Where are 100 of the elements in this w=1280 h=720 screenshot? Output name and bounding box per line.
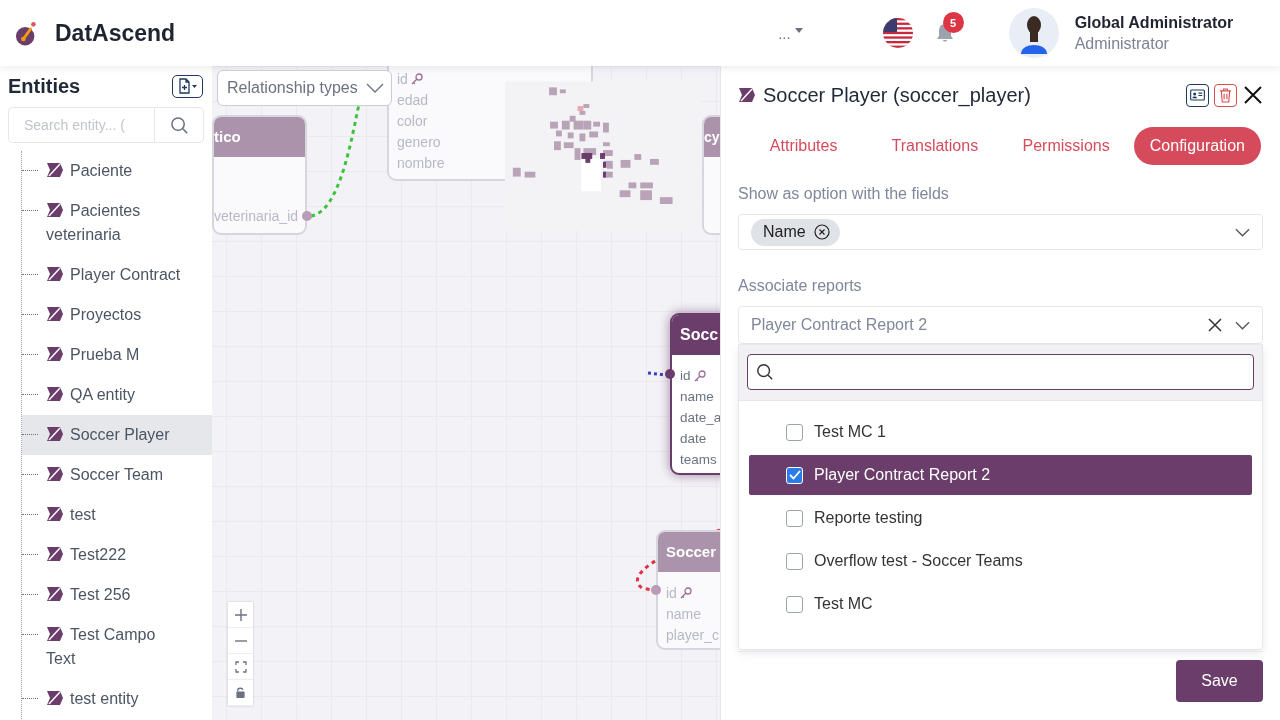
checkbox[interactable] xyxy=(786,595,803,613)
node-field: nombre xyxy=(397,154,445,171)
more-menu[interactable]: ... xyxy=(778,23,803,43)
tree-item[interactable]: test entity xyxy=(22,679,212,719)
panel-title: Soccer Player (soccer_player) xyxy=(763,83,1032,107)
node-field: teams xyxy=(680,452,717,467)
entity-icon xyxy=(46,162,64,178)
search-button[interactable] xyxy=(154,107,204,143)
entity-icon xyxy=(46,346,64,362)
node-field: id xyxy=(666,584,677,601)
avatar[interactable] xyxy=(1008,8,1059,58)
entity-icon xyxy=(46,266,64,282)
tree-item[interactable]: QA entity xyxy=(22,375,212,415)
tab[interactable]: Attributes xyxy=(753,127,854,165)
connection-handle[interactable] xyxy=(302,211,312,221)
field-label: Show as option with the fields xyxy=(738,185,950,203)
dropdown-option[interactable]: Overflow test - Soccer Teams xyxy=(749,541,1252,581)
relationship-types-dropdown[interactable]: Relationship types xyxy=(217,70,392,106)
dropdown-option[interactable]: Player Contract Report 2 xyxy=(749,455,1252,495)
entity-icon xyxy=(46,426,64,442)
remove-icon[interactable] xyxy=(813,224,830,240)
plus-icon xyxy=(233,607,248,622)
trash-icon xyxy=(1219,87,1232,103)
add-entity-button[interactable] xyxy=(172,74,203,98)
entity-icon xyxy=(46,626,64,642)
node-field: id xyxy=(680,368,691,383)
connection-handle[interactable] xyxy=(651,585,661,595)
checkbox[interactable] xyxy=(786,423,803,441)
search-field[interactable] xyxy=(747,354,1254,390)
tree-item[interactable]: Test222 xyxy=(22,535,212,575)
entity-icon xyxy=(46,586,64,602)
fit-view-icon xyxy=(234,660,247,673)
node-field: player_c xyxy=(666,626,719,643)
node-title: Soccer xyxy=(658,532,720,572)
entity-icon xyxy=(46,386,64,402)
close-button[interactable] xyxy=(1243,85,1263,105)
user-name: Global Administrator xyxy=(1074,13,1234,32)
chevron-down-icon xyxy=(366,83,384,93)
details-button[interactable] xyxy=(1186,83,1209,107)
checkbox[interactable] xyxy=(786,552,803,570)
logo-icon xyxy=(16,19,38,47)
tree-item[interactable]: Pacientes veterinaria xyxy=(22,191,212,255)
node-title: tico xyxy=(214,117,305,157)
tab[interactable]: Configuration xyxy=(1133,127,1261,165)
entity-icon xyxy=(738,87,756,103)
delete-button[interactable] xyxy=(1214,83,1237,107)
entity-icon xyxy=(46,506,64,522)
app-name: DatAscend xyxy=(55,19,176,47)
tag-chip: Name xyxy=(751,218,840,246)
lock-icon xyxy=(235,687,246,698)
tree-item[interactable]: Soccer Player xyxy=(22,415,212,455)
tree-item[interactable]: Player Contract xyxy=(22,255,212,295)
minus-icon xyxy=(233,639,248,642)
option-label: Test MC 1 xyxy=(814,423,886,441)
notification-badge: 5 xyxy=(942,12,964,33)
tree-item[interactable]: Proyectos xyxy=(22,295,212,335)
reports-select[interactable]: Player Contract Report 2 xyxy=(738,306,1263,344)
option-label: Player Contract Report 2 xyxy=(814,466,991,484)
entity-icon xyxy=(46,466,64,482)
tab[interactable]: Permissions xyxy=(1006,127,1126,165)
dropdown-option[interactable]: Test MC xyxy=(749,584,1252,624)
checkbox[interactable] xyxy=(786,509,803,527)
search-icon xyxy=(169,115,189,135)
node-field: date xyxy=(680,431,707,446)
fields-multiselect[interactable]: Name xyxy=(738,214,1263,250)
chevron-down-icon[interactable] xyxy=(1235,320,1250,330)
file-plus-icon xyxy=(176,78,199,94)
node-field: color xyxy=(397,112,428,129)
dropdown-option[interactable]: Reporte testing xyxy=(749,498,1252,538)
tab[interactable]: Translations xyxy=(875,127,995,165)
caret-icon xyxy=(794,27,803,33)
entity-icon xyxy=(46,690,64,706)
node-field: edad xyxy=(397,91,429,108)
tree-item[interactable]: Test 256 xyxy=(22,575,212,615)
entity-icon xyxy=(46,546,64,562)
tree-item[interactable]: Prueba M xyxy=(22,335,212,375)
save-button[interactable]: Save xyxy=(1176,660,1263,702)
chevron-down-icon[interactable] xyxy=(1235,227,1250,237)
node-title: Socc xyxy=(672,315,720,355)
search-icon xyxy=(756,363,774,381)
sidebar-title: Entities xyxy=(8,74,81,98)
node-title: cy xyxy=(704,117,720,157)
entity-icon xyxy=(46,202,64,218)
select-value: Player Contract Report 2 xyxy=(751,316,929,334)
id-card-icon xyxy=(1190,89,1205,101)
tree-item[interactable]: Test Campo Text xyxy=(22,615,212,679)
dropdown-option[interactable]: Test MC 1 xyxy=(749,412,1252,452)
option-label: Reporte testing xyxy=(814,509,923,527)
option-label: Overflow test - Soccer Teams xyxy=(814,552,1023,570)
tree-item[interactable]: Paciente xyxy=(22,151,212,191)
user-role: Administrator xyxy=(1074,34,1170,53)
node-field: id xyxy=(397,70,408,87)
entity-icon xyxy=(46,306,64,322)
node-field: name xyxy=(680,389,714,404)
flag-icon[interactable] xyxy=(882,18,913,48)
connection-handle[interactable] xyxy=(665,369,675,379)
option-label: Test MC xyxy=(814,595,873,613)
clear-icon[interactable] xyxy=(1208,318,1222,332)
tree-item[interactable]: Soccer Team xyxy=(22,455,212,495)
tree-item[interactable]: test xyxy=(22,495,212,535)
